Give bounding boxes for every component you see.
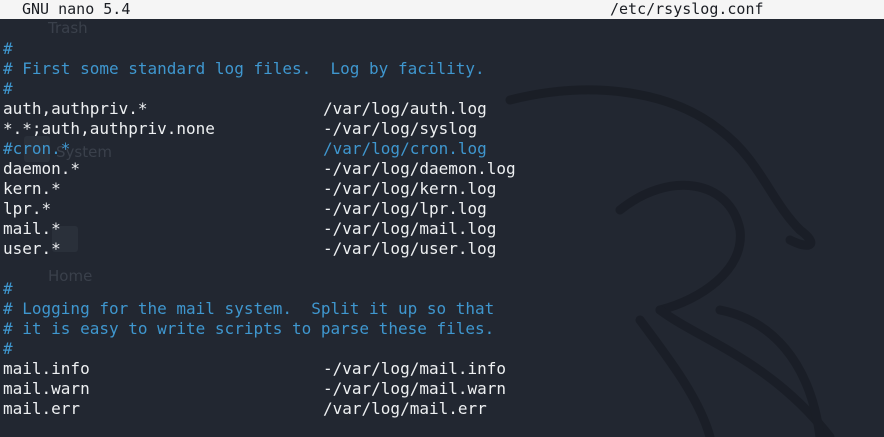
config-rule-line[interactable]: #cron.* /var/log/cron.log (3, 139, 494, 159)
comment-text: # it is easy to write scripts to parse t… (3, 319, 495, 338)
rule-action: /var/log/auth.log (323, 99, 487, 118)
config-rule-line[interactable]: mail.info -/var/log/mail.info (3, 359, 506, 379)
rule-action: -/var/log/kern.log (323, 179, 497, 198)
kali-dragon-watermark (505, 85, 835, 437)
editor-name: GNU nano 5.4 (22, 0, 131, 18)
rule-selector: mail.warn (3, 379, 90, 398)
config-rule-line[interactable]: *.*;auth,authpriv.none -/var/log/syslog (3, 119, 494, 139)
rule-action: -/var/log/daemon.log (323, 159, 516, 178)
config-rule-line[interactable]: auth,authpriv.* /var/log/auth.log (3, 99, 494, 119)
rule-action: -/var/log/mail.warn (323, 379, 507, 398)
rule-selector: *.*;auth,authpriv.none (3, 119, 215, 138)
rule-action: -/var/log/user.log (323, 239, 497, 258)
config-rule-line[interactable]: mail.err/var/log/mail.err (3, 399, 494, 419)
comment-line[interactable]: # First some standard log files. Log by … (3, 59, 494, 79)
config-rule-line[interactable]: mail.warn -/var/log/mail.warn (3, 379, 506, 399)
blank-line[interactable] (3, 259, 494, 279)
rule-selector: #cron.* (3, 139, 71, 158)
nano-titlebar: GNU nano 5.4 /etc/rsyslog.conf (0, 0, 884, 19)
file-content[interactable]: # # First some standard log files. Log by… (3, 39, 516, 419)
rule-selector: user.* (3, 239, 61, 258)
config-rule-line[interactable]: user.* -/var/log/user.log (3, 239, 497, 259)
rule-selector: mail.info (3, 359, 90, 378)
config-rule-line[interactable]: lpr.* -/var/log/lpr.log (3, 199, 494, 219)
rule-selector: mail.err (3, 399, 81, 418)
rule-selector: kern.* (3, 179, 61, 198)
rule-action: -/var/log/mail.log (323, 219, 497, 238)
rule-action: -/var/log/syslog (323, 119, 478, 138)
comment-line[interactable]: # it is easy to write scripts to parse t… (3, 319, 494, 339)
rule-action: -/var/log/lpr.log (323, 199, 487, 218)
file-path: /etc/rsyslog.conf (610, 0, 764, 18)
rule-action: /var/log/cron.log (323, 139, 487, 158)
config-rule-line[interactable]: daemon.* -/var/log/daemon.log (3, 159, 516, 179)
terminal-window[interactable]: Trash System Home GNU nano 5.4 /etc/rsys… (0, 0, 884, 437)
config-rule-line[interactable]: mail.* -/var/log/mail.log (3, 219, 497, 239)
comment-text: # (3, 339, 13, 358)
comment-text: # Logging for the mail system. Split it … (3, 299, 495, 318)
rule-action: /var/log/mail.err (323, 399, 487, 418)
comment-line[interactable]: # (3, 279, 494, 299)
rule-selector: daemon.* (3, 159, 81, 178)
rule-action: -/var/log/mail.info (323, 359, 507, 378)
rule-selector: auth,authpriv.* (3, 99, 148, 118)
comment-text: # (3, 39, 13, 58)
comment-line[interactable]: # Logging for the mail system. Split it … (3, 299, 494, 319)
desktop-trash-label: Trash (48, 19, 88, 37)
comment-line[interactable]: # (3, 39, 494, 59)
comment-line[interactable]: # (3, 79, 494, 99)
comment-line[interactable]: # (3, 339, 494, 359)
comment-text: # (3, 279, 13, 298)
rule-selector: lpr.* (3, 199, 52, 218)
comment-text: # (3, 79, 13, 98)
config-rule-line[interactable]: kern.* -/var/log/kern.log (3, 179, 497, 199)
rule-selector: mail.* (3, 219, 61, 238)
comment-text: # First some standard log files. Log by … (3, 59, 485, 78)
